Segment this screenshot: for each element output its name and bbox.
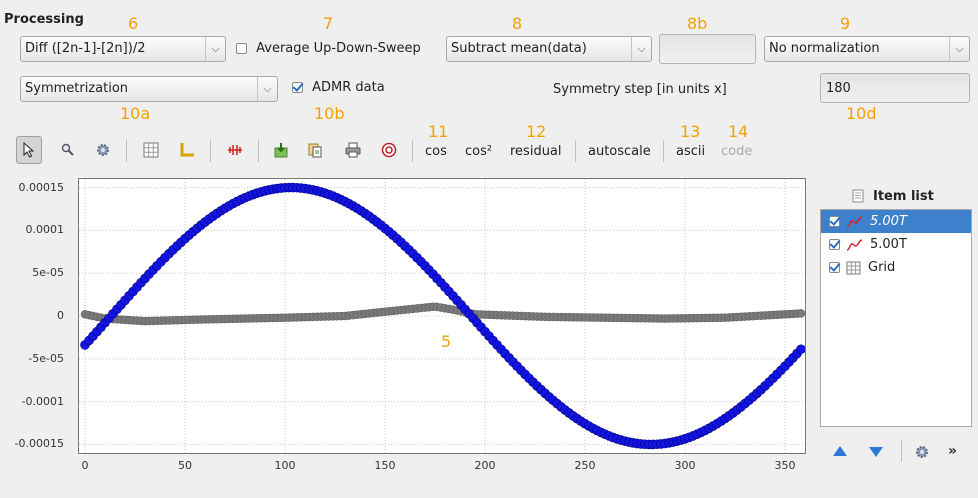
checkbox-box[interactable]: [829, 239, 840, 250]
fit-icon[interactable]: [222, 136, 248, 164]
diff-select-value: Diff ([2n-1]-[2n])/2: [25, 41, 146, 56]
zoom-icon[interactable]: [55, 136, 81, 164]
normalization-select-value: No normalization: [769, 41, 880, 56]
annotation-8: 8: [512, 14, 523, 33]
toolbar-separator: [412, 140, 413, 162]
x-tick-label: 200: [474, 459, 496, 472]
settings-icon[interactable]: [90, 136, 116, 164]
symmetrization-select-value: Symmetrization: [25, 81, 129, 96]
annotation-9: 9: [840, 14, 851, 33]
move-up-icon[interactable]: [832, 445, 848, 461]
chevron-down-icon: ⌵: [949, 37, 969, 61]
grid-icon[interactable]: [138, 136, 164, 164]
plot-svg: [79, 179, 806, 453]
checkbox-box[interactable]: [829, 216, 840, 227]
autoscale-button[interactable]: autoscale: [588, 144, 651, 159]
chevron-down-icon: ⌵: [205, 37, 225, 61]
y-tick-label: 0.0001: [25, 223, 65, 237]
symmetry-step-label: Symmetry step [in units x]: [553, 82, 727, 97]
section-title: Processing: [4, 12, 84, 27]
average-sweep-checkbox[interactable]: Average Up-Down-Sweep: [236, 41, 421, 56]
copy-icon[interactable]: [302, 136, 328, 164]
y-tick-label: 0: [57, 309, 64, 322]
list-item-label: 5.00T: [870, 237, 907, 252]
curve-icon: [846, 238, 863, 251]
toolbar-separator: [663, 140, 664, 162]
annotation-5: 5: [441, 332, 452, 351]
list-item-label: 5.00T: [870, 214, 907, 229]
item-list-title: Item list: [873, 189, 934, 204]
x-tick-label: 50: [178, 459, 192, 472]
annotation-6: 6: [128, 14, 139, 33]
plot-area[interactable]: [78, 178, 806, 454]
list-item[interactable]: 5.00T: [821, 233, 971, 256]
move-down-icon[interactable]: [868, 446, 884, 462]
ascii-button[interactable]: ascii: [676, 144, 705, 159]
average-sweep-label: Average Up-Down-Sweep: [256, 41, 421, 56]
more-chevron-icon[interactable]: »: [948, 443, 957, 459]
annotation-11: 11: [428, 122, 449, 141]
x-tick-label: 150: [374, 459, 396, 472]
checkbox-box: [236, 43, 247, 54]
item-list[interactable]: 5.00T 5.00T Grid: [820, 209, 972, 427]
normalization-select[interactable]: No normalization ⌵: [764, 36, 970, 62]
admr-checkbox[interactable]: ADMR data: [292, 80, 385, 95]
gear-icon[interactable]: [914, 444, 930, 464]
annotation-12: 12: [526, 122, 547, 141]
grid-icon: [846, 261, 861, 274]
print-icon[interactable]: [340, 136, 366, 164]
symmetry-step-input[interactable]: 180: [820, 73, 970, 103]
y-tick-label: -5e-05: [28, 351, 64, 365]
x-tick-label: 100: [274, 459, 296, 472]
document-icon: [852, 189, 866, 203]
subtract-select-value: Subtract mean(data): [451, 41, 587, 56]
curve-icon: [846, 215, 863, 228]
toolbar-separator: [126, 140, 127, 162]
export-icon[interactable]: [268, 136, 294, 164]
x-tick-label: 0: [81, 459, 89, 472]
x-tick-label: 350: [774, 459, 796, 472]
diff-select[interactable]: Diff ([2n-1]-[2n])/2 ⌵: [20, 36, 226, 62]
annotation-7: 7: [323, 14, 334, 33]
checkbox-box: [292, 82, 303, 93]
annotation-8b: 8b: [687, 14, 708, 33]
help-icon[interactable]: [376, 136, 402, 164]
x-tick-label: 250: [574, 459, 596, 472]
toolbar-separator: [210, 140, 211, 162]
x-tick-label: 300: [674, 459, 696, 472]
annotation-10a: 10a: [120, 104, 151, 123]
pointer-icon[interactable]: [16, 136, 42, 164]
y-tick-label: 0.00015: [18, 180, 65, 194]
data-point-gray: [796, 309, 806, 318]
toolbar-separator: [575, 140, 576, 162]
annotation-10b: 10b: [314, 104, 345, 123]
code-button[interactable]: code: [721, 144, 752, 159]
y-tick-label: -0.0001: [21, 394, 64, 408]
chevron-down-icon: ⌵: [631, 37, 651, 61]
annotation-14: 14: [728, 122, 749, 141]
list-item[interactable]: 5.00T: [821, 210, 971, 233]
chevron-down-icon: ⌵: [257, 77, 277, 101]
checkbox-box[interactable]: [829, 262, 840, 273]
list-item-label: Grid: [868, 260, 896, 275]
symmetrization-select[interactable]: Symmetrization ⌵: [20, 76, 278, 102]
field-8b[interactable]: [659, 34, 756, 64]
cos2-button[interactable]: cos²: [465, 144, 492, 159]
toolbar-separator: [258, 140, 259, 162]
list-item[interactable]: Grid: [821, 256, 971, 279]
y-tick-label: 5e-05: [32, 266, 64, 280]
admr-label: ADMR data: [312, 80, 385, 95]
annotation-10d: 10d: [846, 104, 877, 123]
panel-separator: [901, 440, 902, 462]
residual-button[interactable]: residual: [510, 144, 562, 159]
y-tick-label: -0.00015: [14, 437, 64, 451]
data-point-blue: [796, 344, 806, 355]
annotation-13: 13: [680, 122, 701, 141]
axes-icon[interactable]: [174, 136, 200, 164]
subtract-select[interactable]: Subtract mean(data) ⌵: [446, 36, 652, 62]
cos-button[interactable]: cos: [425, 144, 447, 159]
